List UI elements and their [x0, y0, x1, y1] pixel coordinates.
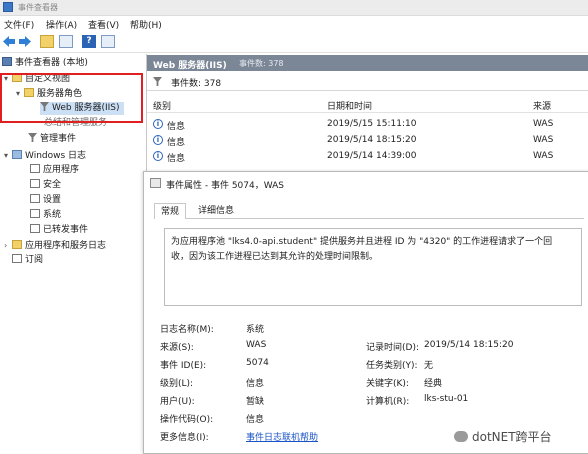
- table-row[interactable]: i 信息 2019/5/15 15:11:10 WAS: [147, 117, 588, 132]
- log-name-value: 系统: [246, 325, 265, 335]
- info-icon: i: [153, 135, 163, 145]
- row-datetime: 2019/5/15 15:11:10: [327, 119, 417, 129]
- tab-general[interactable]: 常规: [154, 203, 187, 219]
- row-level: 信息: [167, 138, 186, 148]
- user-value: 暂缺: [246, 397, 265, 407]
- log-folder-icon: [12, 150, 22, 159]
- filter-icon[interactable]: [153, 77, 162, 86]
- tree-admin-events[interactable]: 管理事件: [28, 133, 76, 146]
- row-source: WAS: [533, 151, 554, 161]
- task-category-value: 无: [424, 361, 434, 371]
- opcode-value: 信息: [246, 415, 265, 425]
- menu-view[interactable]: 查看(V): [88, 18, 119, 31]
- level-label: 级别(L):: [160, 379, 194, 389]
- menu-file[interactable]: 文件(F): [4, 18, 34, 31]
- row-datetime: 2019/5/14 18:15:20: [327, 135, 417, 145]
- logged-value: 2019/5/14 18:15:20: [424, 340, 514, 350]
- row-source: WAS: [533, 119, 554, 129]
- tree-system[interactable]: 系统: [30, 209, 61, 222]
- log-icon: [30, 179, 40, 188]
- row-source: WAS: [533, 135, 554, 145]
- toolbar: ?: [0, 32, 588, 53]
- source-label: 来源(S):: [160, 343, 194, 353]
- column-level[interactable]: 级别: [153, 99, 171, 112]
- collapse-chevron-icon[interactable]: ▾: [4, 149, 12, 162]
- menu-action[interactable]: 操作(A): [46, 18, 77, 31]
- keywords-value: 经典: [424, 379, 443, 389]
- back-arrow-icon[interactable]: [2, 35, 16, 48]
- event-description[interactable]: 为应用程序池 "lks4.0-api.student" 提供服务并且进程 ID …: [164, 228, 582, 306]
- task-category-label: 任务类别(Y):: [366, 361, 418, 371]
- keywords-label: 关键字(K):: [366, 379, 409, 389]
- dialog-title-bar: 事件属性 - 事件 5074，WAS: [144, 172, 588, 194]
- more-info-label: 更多信息(I):: [160, 433, 209, 443]
- menu-help[interactable]: 帮助(H): [130, 18, 162, 31]
- panel-header: Web 服务器(IIS) 事件数: 378: [147, 55, 588, 71]
- opcode-label: 操作代码(O):: [160, 415, 214, 425]
- dialog-title: 事件属性 - 事件 5074，WAS: [166, 181, 285, 191]
- tree-app-service-logs[interactable]: › 应用程序和服务日志: [4, 239, 106, 252]
- table-row[interactable]: i 信息 2019/5/14 14:39:00 WAS: [147, 149, 588, 164]
- wechat-icon: [454, 431, 468, 442]
- title-bar: 事件查看器: [0, 0, 588, 16]
- event-count: 事件数: 378: [171, 79, 222, 89]
- level-value: 信息: [246, 379, 265, 389]
- computer-label: 计算机(R):: [366, 397, 410, 407]
- window-title: 事件查看器: [18, 3, 58, 12]
- user-label: 用户(U):: [160, 397, 195, 407]
- tree-root[interactable]: 事件查看器 (本地): [2, 57, 88, 70]
- log-icon: [30, 209, 40, 218]
- event-properties-icon: [150, 178, 161, 188]
- menu-bar: 文件(F) 操作(A) 查看(V) 帮助(H): [0, 16, 588, 31]
- info-icon: i: [153, 151, 163, 161]
- computer-icon: [2, 57, 12, 66]
- computer-value: lks-stu-01: [424, 394, 469, 404]
- tree-windows-logs[interactable]: ▾ Windows 日志: [4, 149, 86, 162]
- tree-forwarded[interactable]: 已转发事件: [30, 224, 88, 237]
- table-row[interactable]: i 信息 2019/5/14 18:15:20 WAS: [147, 133, 588, 148]
- tree-security[interactable]: 安全: [30, 179, 61, 192]
- event-count-bar: 事件数: 378: [147, 72, 588, 91]
- logged-label: 记录时间(D):: [366, 343, 419, 353]
- column-datetime[interactable]: 日期和时间: [327, 99, 372, 112]
- show-hide-tree-icon[interactable]: [59, 35, 73, 48]
- column-source[interactable]: 来源: [533, 99, 551, 112]
- panel-header-count: 事件数: 378: [239, 59, 284, 68]
- subscription-icon: [12, 254, 22, 263]
- more-info-link[interactable]: 事件日志联机帮助: [246, 430, 318, 443]
- action-pane-icon[interactable]: [101, 35, 115, 48]
- highlight-box: [0, 73, 143, 123]
- event-properties-dialog: 事件属性 - 事件 5074，WAS 常规 详细信息 为应用程序池 "lks4.…: [143, 171, 588, 454]
- folder-icon: [12, 240, 22, 249]
- tree-setup[interactable]: 设置: [30, 194, 61, 207]
- folder-up-icon[interactable]: [40, 35, 54, 48]
- log-icon: [30, 164, 40, 173]
- event-id-value: 5074: [246, 358, 269, 368]
- tab-details[interactable]: 详细信息: [192, 203, 240, 219]
- log-icon: [30, 194, 40, 203]
- expand-chevron-icon[interactable]: ›: [4, 239, 12, 252]
- watermark: dotNET跨平台: [454, 428, 552, 445]
- description-line-2: 收，因为该工作进程已达到其允许的处理时间限制。: [171, 252, 379, 262]
- log-name-label: 日志名称(M):: [160, 325, 214, 335]
- event-viewer-app-icon: [3, 2, 13, 12]
- tree-application[interactable]: 应用程序: [30, 164, 79, 177]
- help-icon[interactable]: ?: [82, 35, 96, 48]
- column-header: 级别 日期和时间 来源: [147, 96, 588, 113]
- row-level: 信息: [167, 154, 186, 164]
- filter-icon: [28, 133, 37, 142]
- forward-arrow-icon[interactable]: [18, 35, 32, 48]
- description-line-1: 为应用程序池 "lks4.0-api.student" 提供服务并且进程 ID …: [171, 237, 553, 247]
- panel-title: Web 服务器(IIS): [153, 61, 227, 71]
- row-level: 信息: [167, 122, 186, 132]
- tab-divider: [154, 218, 584, 219]
- source-value: WAS: [246, 340, 267, 350]
- log-icon: [30, 224, 40, 233]
- tree-subscriptions[interactable]: 订阅: [4, 254, 43, 267]
- watermark-text: dotNET跨平台: [472, 430, 552, 444]
- event-id-label: 事件 ID(E):: [160, 361, 207, 371]
- info-icon: i: [153, 119, 163, 129]
- row-datetime: 2019/5/14 14:39:00: [327, 151, 417, 161]
